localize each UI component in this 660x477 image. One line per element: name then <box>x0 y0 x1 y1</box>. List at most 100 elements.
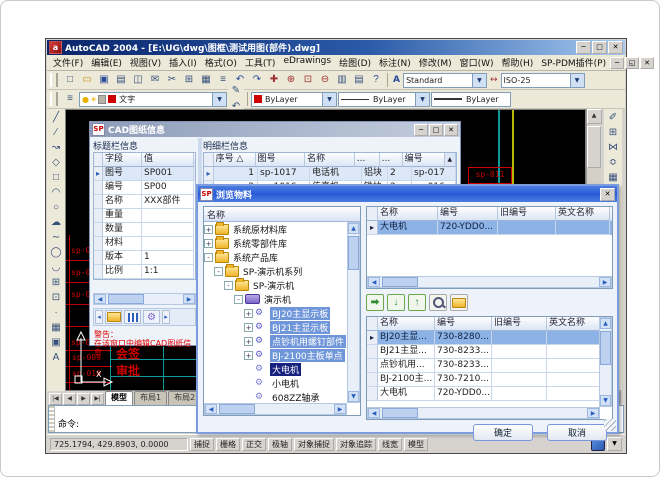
scroll-right-icon[interactable]: ▶ <box>183 294 195 304</box>
construction-line-icon[interactable]: ∕ <box>48 125 64 140</box>
tab-nav-icon[interactable]: |◀ <box>49 393 62 405</box>
menu-item[interactable]: 视图(V) <box>126 55 165 70</box>
minimize-button[interactable]: ─ <box>576 41 591 54</box>
chevron-down-icon[interactable]: ▼ <box>570 74 584 87</box>
scrollbar-thumb[interactable] <box>587 126 601 168</box>
status-toggle[interactable]: 栅格 <box>216 438 240 451</box>
menu-item[interactable]: SP-PDM插件(P) <box>537 55 610 70</box>
child-close-button[interactable]: ✕ <box>640 57 654 69</box>
layout-tab[interactable]: 模型 <box>105 391 133 405</box>
expand-toggle-icon[interactable]: + <box>244 323 253 332</box>
chevron-down-icon[interactable]: ▼ <box>212 93 226 106</box>
status-toggle[interactable]: 对象捕捉 <box>294 438 334 451</box>
chevron-down-icon[interactable]: ▼ <box>472 74 486 87</box>
scroll-left-icon[interactable]: ◀ <box>94 294 106 304</box>
copy-icon[interactable]: ⊞ <box>181 72 197 88</box>
hatch-icon[interactable]: ▦ <box>48 320 64 335</box>
scroll-left-icon[interactable]: ◂ <box>95 310 103 324</box>
horizontal-scrollbar[interactable]: ◀ ▶ <box>367 407 600 419</box>
expand-toggle-icon[interactable]: - <box>224 281 233 290</box>
plot-icon[interactable]: ▤ <box>113 72 129 88</box>
column-header[interactable]: ... <box>355 153 380 167</box>
dialog-close-button[interactable]: ✕ <box>444 124 458 136</box>
menu-item[interactable]: 修改(M) <box>415 55 456 70</box>
dialog-close-button[interactable]: ✕ <box>600 188 615 201</box>
resize-grip[interactable] <box>604 419 616 431</box>
table-row[interactable]: 编号SP00 <box>94 181 195 195</box>
status-toggle[interactable]: 正交 <box>242 438 266 451</box>
column-header[interactable]: 编号 <box>435 317 492 331</box>
region-icon[interactable]: ▣ <box>48 335 64 350</box>
tree-item[interactable]: ⚙小电机 <box>204 376 347 390</box>
status-tray-arrow-icon[interactable]: ▼ <box>607 437 622 451</box>
scrollbar-thumb[interactable] <box>382 408 418 418</box>
scroll-right-icon[interactable]: ▸ <box>162 310 170 324</box>
ellipse-arc-icon[interactable]: ◡ <box>48 260 64 275</box>
table-row[interactable]: ▸1sp-1017电话机铝块2sp-017 <box>204 167 456 181</box>
tree-item[interactable]: -SP-演示机系列 <box>204 264 347 278</box>
tree-item[interactable]: +⚙点钞机用螺钉部件 <box>204 334 347 348</box>
offset-icon[interactable]: ≎ <box>605 155 621 170</box>
tab-nav-icon[interactable]: ◀ <box>63 393 76 405</box>
zoom-window-icon[interactable]: ⊡ <box>300 72 316 88</box>
mtext-icon[interactable]: A <box>48 350 64 365</box>
erase-icon[interactable]: ✐ <box>605 110 621 125</box>
add-part-icon[interactable]: ⚙ <box>143 310 160 324</box>
arc-icon[interactable]: ◠ <box>48 185 64 200</box>
table-row[interactable]: 大电机720-YDD0... <box>367 387 612 401</box>
tab-nav-icon[interactable]: ▶ <box>77 393 90 405</box>
scroll-up-icon[interactable]: ▲ <box>445 153 456 167</box>
cancel-button[interactable]: 取消 <box>547 424 607 441</box>
expand-toggle-icon[interactable]: - <box>234 295 243 304</box>
tree-item[interactable]: -演示机 <box>204 292 347 306</box>
scroll-up-icon[interactable]: ▲ <box>587 109 602 124</box>
column-header[interactable]: 名称 <box>378 317 435 331</box>
horizontal-scrollbar[interactable]: ◀ ▶ <box>93 293 196 305</box>
table-row[interactable]: 比例1:1 <box>94 265 195 279</box>
dialog-title-bar[interactable]: SP CAD图纸信息 ─ □ ✕ <box>90 122 460 137</box>
open-record-icon[interactable] <box>105 310 122 324</box>
dialog-minimize-button[interactable]: ─ <box>414 124 428 136</box>
cut-icon[interactable]: ✂ <box>164 72 180 88</box>
scroll-right-icon[interactable]: ▶ <box>587 408 599 418</box>
redo-icon[interactable]: ↷ <box>249 72 265 88</box>
table-row[interactable]: ▸BJ20主显...730-8280... <box>367 331 612 345</box>
scroll-left-icon[interactable]: ◀ <box>368 408 380 418</box>
send-right-icon[interactable]: ➡ <box>366 294 384 311</box>
mirror-icon[interactable]: ⋈ <box>605 140 621 155</box>
line-icon[interactable]: ╱ <box>48 110 64 125</box>
move-down-icon[interactable]: ↓ <box>387 294 405 311</box>
scrollbar-thumb[interactable] <box>348 236 359 270</box>
array-icon[interactable]: ▦ <box>605 170 621 185</box>
move-up-icon[interactable]: ↑ <box>408 294 426 311</box>
menu-item[interactable]: 工具(T) <box>241 55 280 70</box>
scrollbar-thumb[interactable] <box>219 404 255 414</box>
column-header[interactable]: 旧编号 <box>492 317 547 331</box>
expand-toggle-icon[interactable]: + <box>244 309 253 318</box>
barcode-icon[interactable] <box>124 310 141 324</box>
table-row[interactable]: 重量 <box>94 209 195 223</box>
title-bar[interactable]: a AutoCAD 2004 - [E:\UG\dwg\图框\测试用图(部件).… <box>47 40 625 55</box>
scrollbar-thumb[interactable] <box>382 277 418 287</box>
new-icon[interactable]: □ <box>62 72 78 88</box>
table-row[interactable]: 数量 <box>94 223 195 237</box>
status-toggle[interactable]: 模型 <box>404 438 428 451</box>
open-icon[interactable]: ▭ <box>79 72 95 88</box>
status-toggle[interactable]: 极轴 <box>268 438 292 451</box>
column-header[interactable]: 图号 <box>256 153 306 167</box>
linetype-combo[interactable]: ByLayer ▼ <box>338 92 430 107</box>
child-restore-button[interactable]: ◱ <box>625 57 639 69</box>
expand-toggle-icon[interactable]: - <box>204 253 213 262</box>
close-button[interactable]: ✕ <box>608 41 623 54</box>
chevron-down-icon[interactable]: ▼ <box>415 93 429 106</box>
make-block-icon[interactable]: ⊡ <box>48 290 64 305</box>
zoom-realtime-icon[interactable]: ⊕ <box>283 72 299 88</box>
dialog-title-bar[interactable]: SP 浏览物料 ✕ <box>198 186 617 202</box>
column-header[interactable]: 英文名称 <box>556 207 610 221</box>
tree-item[interactable]: -SP-演示机 <box>204 278 347 292</box>
scroll-up-icon[interactable]: ▲ <box>348 223 359 234</box>
expand-toggle-icon[interactable]: + <box>244 337 253 346</box>
menu-item[interactable]: 编辑(E) <box>87 55 126 70</box>
scroll-left-icon[interactable]: ◀ <box>205 404 217 414</box>
open-folder-icon[interactable] <box>450 294 468 311</box>
